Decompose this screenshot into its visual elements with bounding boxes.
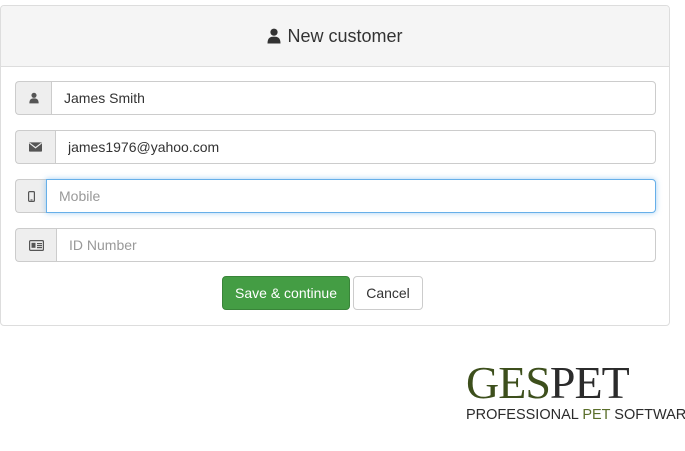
gespet-logo: GESPET PROFESSIONAL PET SOFTWARE: [466, 360, 685, 424]
mobile-icon: [15, 179, 46, 213]
id-card-icon: [15, 228, 56, 262]
panel-heading: New customer: [1, 6, 669, 67]
id-number-field[interactable]: [56, 228, 656, 262]
logo-tagline: PROFESSIONAL PET SOFTWARE: [466, 407, 685, 423]
logo-wordmark-part: PET: [549, 357, 630, 408]
save-continue-button[interactable]: Save & continue: [222, 276, 350, 310]
logo-tagline-part: SOFTWARE: [614, 407, 685, 423]
name-input-group: [15, 81, 656, 115]
id-number-input-group: [15, 228, 656, 262]
cancel-button[interactable]: Cancel: [353, 276, 423, 310]
logo-wordmark-part: GES: [466, 357, 551, 408]
email-input-group: [15, 130, 656, 164]
email-field[interactable]: [55, 130, 656, 164]
name-field[interactable]: [51, 81, 656, 115]
logo-wordmark: GESPET: [466, 360, 676, 406]
panel-title: New customer: [287, 25, 403, 46]
mobile-field[interactable]: [46, 179, 656, 213]
mobile-input-group: [15, 179, 656, 213]
user-icon: [267, 28, 281, 44]
envelope-icon: [15, 130, 55, 164]
user-icon: [15, 81, 51, 115]
logo-tagline-part: PROFESSIONAL: [466, 407, 583, 423]
logo-tagline-part: PET: [582, 407, 611, 423]
